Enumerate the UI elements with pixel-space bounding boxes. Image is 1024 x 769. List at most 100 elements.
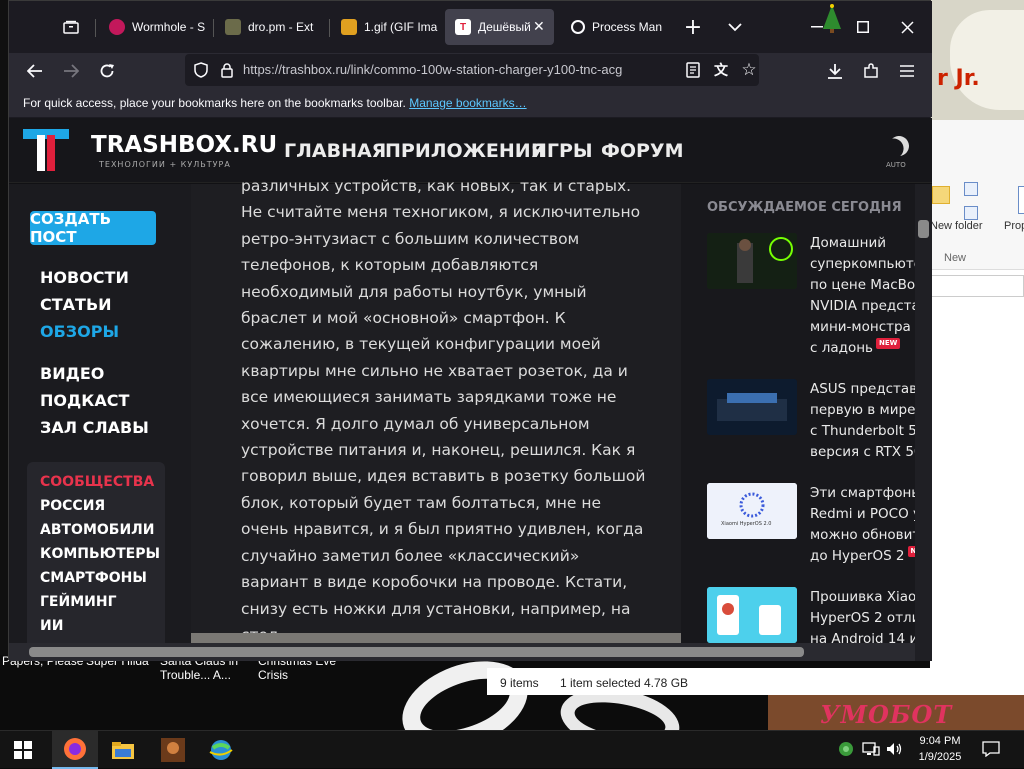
desktop-icon-label[interactable]: Crisis [258,668,288,682]
article-paragraph: различных устройств, как новых, так и ст… [241,177,646,644]
create-post-button[interactable]: СОЗДАТЬ ПОСТ [30,210,156,246]
news-thumbnail[interactable]: Xiaomi HyperOS 2.0 [707,483,797,539]
tab-gif[interactable]: 1.gif (GIF Ima [331,9,443,45]
translate-icon[interactable]: 文 [707,56,735,84]
thumb-caption: Xiaomi HyperOS 2.0 [721,521,772,527]
news-item[interactable]: Домашний суперкомпьюте по цене MacBo NVI… [707,233,932,363]
tab-wormhole[interactable]: Wormhole - S [99,9,207,45]
copy-icon[interactable] [964,182,978,196]
community-gaming[interactable]: ГЕЙМИНГ [40,594,117,610]
news-title[interactable]: Домашний суперкомпьюте по цене MacBo NVI… [810,233,930,359]
forward-icon[interactable] [57,57,85,85]
dropm-icon [225,19,241,35]
back-icon[interactable] [21,57,49,85]
url-bar[interactable]: https://trashbox.ru/link/commo-100w-stat… [185,54,759,86]
nav-forum[interactable]: ФОРУМ [601,140,683,162]
chevron-down-icon[interactable] [721,13,749,41]
community-computers[interactable]: КОМПЬЮТЕРЫ [40,546,160,562]
close-tab-icon[interactable]: ✕ [533,18,545,35]
sidebar-item-reviews[interactable]: ОБЗОРЫ [40,322,119,341]
tab-list-icon[interactable] [57,13,85,41]
volume-icon[interactable] [886,741,904,757]
bookmarks-toolbar: For quick access, place your bookmarks h… [9,89,932,117]
news-thumbnail[interactable] [707,379,797,435]
theme-label[interactable]: AUTO [886,161,906,169]
community-smartphones[interactable]: СМАРТФОНЫ [40,570,147,586]
selection-size: 4.78 GB [644,676,689,690]
firefox-window: Wormhole - S dro.pm - Ext 1.gif (GIF Ima… [8,0,932,661]
desktop-wallpaper-top-right [930,0,1024,125]
community-cars[interactable]: АВТОМОБИЛИ [40,522,155,538]
folder-icon[interactable] [932,186,950,204]
theme-moon-icon[interactable] [886,133,913,160]
extensions-icon[interactable] [857,57,885,85]
sidebar-item-articles[interactable]: СТАТЬИ [40,295,112,314]
nav-games[interactable]: ИГРЫ [531,140,593,162]
news-title[interactable]: Прошивка Xiao HyperOS 2 отли на Android … [810,587,930,650]
network-globe-icon[interactable] [838,741,854,757]
communities-title[interactable]: СООБЩЕСТВА [40,474,154,490]
tab-bar: Wormhole - S dro.pm - Ext 1.gif (GIF Ima… [9,1,932,53]
communities-box: СООБЩЕСТВА РОССИЯ АВТОМОБИЛИ КОМПЬЮТЕРЫ … [27,462,165,661]
start-button[interactable] [0,731,46,769]
tab-title: Wormhole - S [132,20,206,34]
site-tagline: ТЕХНОЛОГИИ + КУЛЬТУРА [99,160,231,169]
move-icon[interactable] [964,206,978,220]
sidebar-item-podcast[interactable]: ПОДКАСТ [40,391,129,410]
trashbox-favicon-icon: T [455,19,471,35]
community-russia[interactable]: РОССИЯ [40,498,105,514]
trashbox-logo-icon[interactable] [23,129,69,171]
news-thumbnail[interactable] [707,587,797,643]
items-count: 9 items [500,676,539,690]
bookmark-star-icon[interactable]: ☆ [735,56,763,84]
tab-trashbox[interactable]: T Дешёвый ✕ [445,9,554,45]
news-title[interactable]: ASUS представи первую в мире с Thunderbo… [810,379,930,463]
gauge-icon [571,20,585,34]
reload-icon[interactable] [93,57,121,85]
game-taskbar-icon[interactable] [150,731,196,769]
vertical-scrollbar[interactable] [915,184,932,661]
close-window-icon[interactable] [893,13,921,41]
site-logo-text[interactable]: TRASHBOX.RU [91,132,277,158]
news-item[interactable]: Xiaomi HyperOS 2.0 Эти смартфоны Redmi и… [707,483,932,573]
manage-bookmarks-link[interactable]: Manage bookmarks… [409,96,526,110]
desktop-icon-label[interactable]: Trouble... A... [160,668,231,682]
system-clock[interactable]: 9:04 PM 1/9/2025 [910,733,970,765]
news-title[interactable]: Эти смартфоны Redmi и POCO у можно обнов… [810,483,930,567]
explorer-address-bar[interactable] [930,275,1024,297]
sidebar-item-hall-of-fame[interactable]: ЗАЛ СЛАВЫ [40,418,149,437]
menu-icon[interactable] [893,57,921,85]
tab-dropm[interactable]: dro.pm - Ext [215,9,327,45]
shield-icon[interactable] [187,56,215,84]
news-item[interactable]: ASUS представи первую в мире с Thunderbo… [707,379,932,469]
new-folder-label[interactable]: New folder [930,220,983,232]
clock-date: 1/9/2025 [918,751,962,763]
cat-icon [341,19,357,35]
properties-label[interactable]: Prop [1004,220,1024,232]
maximize-icon[interactable] [849,13,877,41]
community-ai[interactable]: ИИ [40,618,63,634]
download-icon[interactable] [821,57,849,85]
discussed-title: ОБСУЖДАЕМОЕ СЕГОДНЯ [707,200,902,215]
reader-view-icon[interactable] [679,56,707,84]
news-thumbnail[interactable] [707,233,797,289]
file-explorer-taskbar-icon[interactable] [100,731,146,769]
tab-process-manager[interactable]: Process Man [561,9,669,45]
horizontal-scrollbar[interactable] [9,643,915,661]
wormhole-icon [109,19,125,35]
network-icon[interactable] [862,741,880,757]
sidebar-item-news[interactable]: НОВОСТИ [40,268,129,287]
nav-apps[interactable]: ПРИЛОЖЕНИЯ [385,140,545,162]
new-tab-icon[interactable]: + [679,13,707,41]
nav-home[interactable]: ГЛАВНАЯ [284,140,386,162]
properties-icon[interactable] [1018,186,1024,214]
tab-title: Дешёвый [478,20,531,34]
sidebar-item-video[interactable]: ВИДЕО [40,364,104,383]
globe-taskbar-icon[interactable] [198,731,244,769]
lock-icon[interactable] [213,56,241,84]
new-badge: NEW [876,338,901,349]
url-text[interactable]: https://trashbox.ru/link/commo-100w-stat… [243,62,673,77]
notifications-icon[interactable] [982,741,1000,758]
web-page: TRASHBOX.RU ТЕХНОЛОГИИ + КУЛЬТУРА ГЛАВНА… [9,118,932,661]
firefox-taskbar-icon[interactable] [52,731,98,769]
